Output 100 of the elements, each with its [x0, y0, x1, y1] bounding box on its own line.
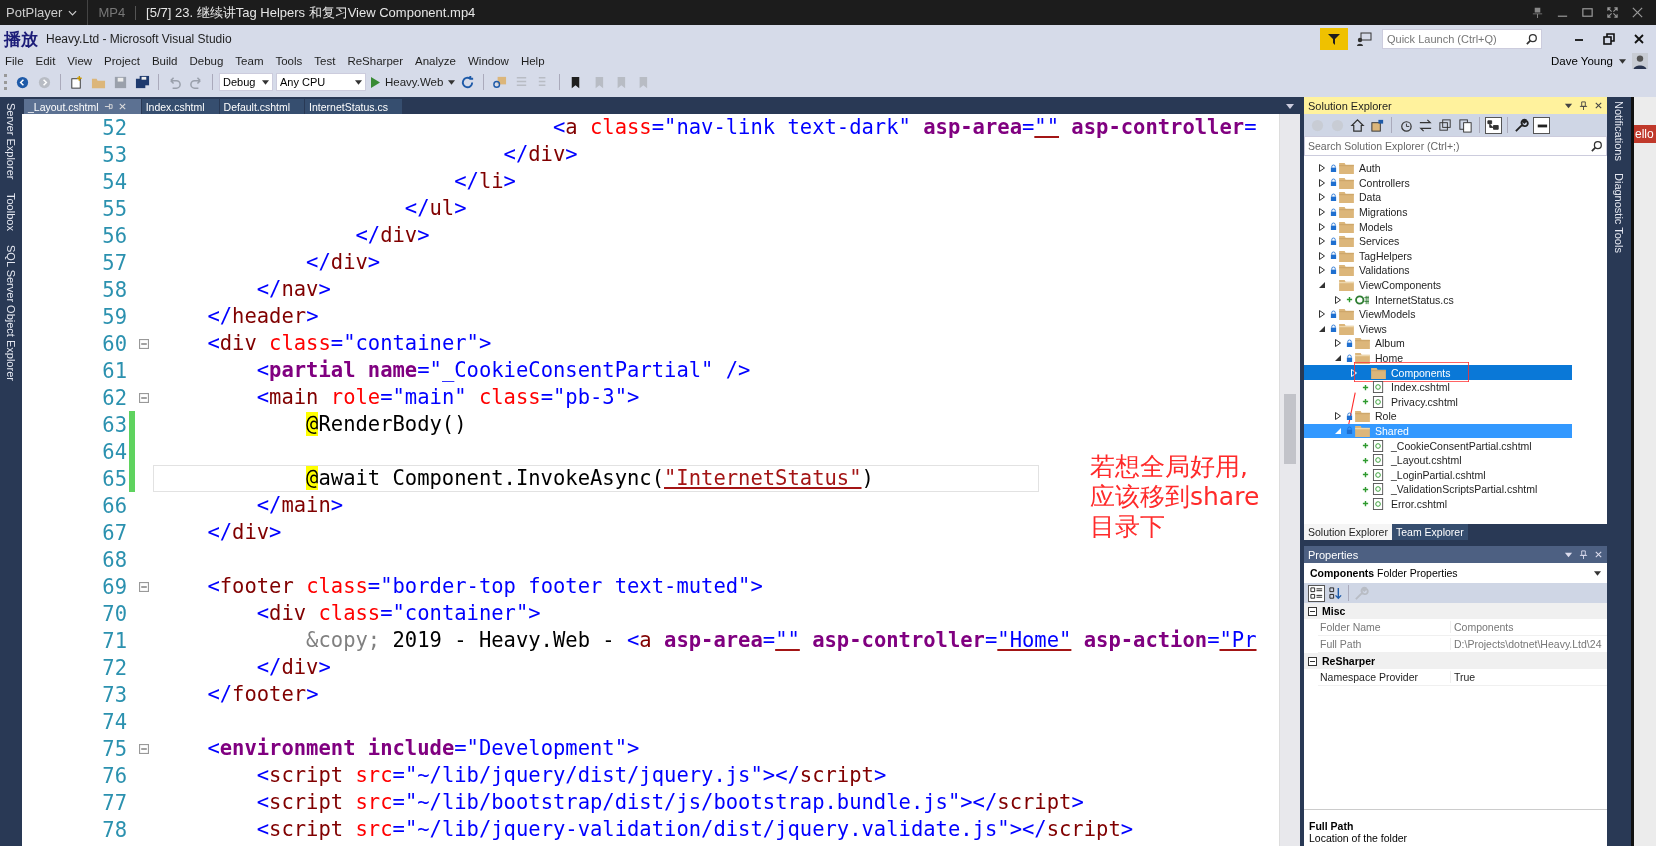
tree-item[interactable]: _ValidationScriptsPartial.cshtml — [1304, 482, 1572, 497]
save-all-icon[interactable] — [135, 74, 150, 90]
menu-item[interactable]: Debug — [184, 55, 231, 67]
menu-item[interactable]: Team — [230, 55, 271, 67]
maximize-icon[interactable] — [1581, 6, 1594, 19]
expand-arrow-icon[interactable] — [1318, 193, 1326, 202]
property-value[interactable]: Components — [1450, 621, 1607, 633]
document-tab[interactable]: Default.cshtml — [219, 99, 305, 114]
expand-arrow-icon[interactable] — [1318, 208, 1326, 217]
tool-window-tab[interactable]: Server Explorer — [5, 103, 17, 180]
collapse-icon[interactable] — [1308, 656, 1317, 666]
search-field[interactable]: Search Solution Explorer (Ctrl+;) — [1304, 136, 1607, 156]
show-all-files-icon[interactable] — [1534, 117, 1549, 133]
collapse-arrow-icon[interactable] — [1318, 281, 1326, 290]
menu-item[interactable]: Build — [146, 55, 185, 67]
panel-tab[interactable]: Team Explorer — [1391, 524, 1468, 540]
menu-item[interactable]: Project — [99, 55, 147, 67]
tree-item[interactable]: Album — [1304, 336, 1572, 351]
collapse-icon[interactable] — [1308, 606, 1317, 616]
expand-arrow-icon[interactable] — [1318, 251, 1326, 260]
restore-icon[interactable] — [1602, 31, 1616, 46]
document-tab[interactable]: Index.cshtml — [141, 99, 219, 114]
new-item-icon[interactable] — [69, 74, 84, 90]
tree-item[interactable]: Views — [1304, 321, 1572, 337]
menu-item[interactable]: ReSharper — [342, 55, 411, 67]
tree-item[interactable]: Models — [1304, 219, 1572, 234]
tree-item[interactable]: _CookieConsentPartial.cshtml — [1304, 438, 1572, 453]
menu-item[interactable]: View — [62, 55, 100, 67]
tree-item[interactable]: _LoginPartial.cshtml — [1304, 467, 1572, 483]
categorized-icon[interactable] — [1309, 585, 1324, 601]
properties-icon[interactable] — [1514, 117, 1529, 133]
object-selector[interactable]: Components Folder Properties — [1304, 563, 1607, 583]
feedback-icon[interactable] — [1356, 30, 1372, 47]
find-icon[interactable] — [492, 74, 508, 90]
document-tab[interactable]: InternetStatus.cs — [305, 99, 402, 114]
property-value[interactable]: True — [1450, 671, 1607, 683]
collapse-all-icon[interactable] — [1438, 117, 1453, 133]
close-icon[interactable] — [1631, 6, 1644, 19]
avatar-icon[interactable] — [1632, 53, 1648, 69]
expand-arrow-icon[interactable] — [1318, 222, 1326, 231]
preview-toggle-icon[interactable] — [1486, 117, 1501, 133]
menu-item[interactable]: Window — [462, 55, 516, 67]
platform-dropdown[interactable]: Any CPU — [276, 73, 366, 91]
tree-item[interactable]: Home — [1304, 350, 1572, 366]
tree-item[interactable]: InternetStatus.cs — [1304, 292, 1572, 307]
expand-arrow-icon[interactable] — [1318, 164, 1326, 173]
caret-icon[interactable] — [1286, 104, 1294, 109]
expand-arrow-icon[interactable] — [1334, 339, 1342, 348]
tree-item[interactable]: ViewModels — [1304, 306, 1572, 322]
caret-icon[interactable] — [448, 79, 456, 85]
tree-item[interactable]: Controllers — [1304, 175, 1572, 191]
user-name[interactable]: Dave Young — [1550, 55, 1613, 67]
close-icon[interactable] — [1632, 31, 1646, 46]
caret-icon[interactable] — [1564, 550, 1573, 559]
caret-icon[interactable] — [1619, 58, 1626, 64]
menu-item[interactable]: File — [0, 55, 31, 67]
tool-window-tab[interactable]: Toolbox — [5, 193, 17, 232]
tool-window-tab[interactable]: SQL Server Object Explorer — [5, 245, 17, 382]
tree-item[interactable]: Auth — [1304, 161, 1572, 176]
copy-icon[interactable] — [1458, 117, 1473, 133]
tree-item[interactable]: Migrations — [1304, 204, 1572, 220]
collapse-arrow-icon[interactable] — [1334, 354, 1342, 362]
expand-arrow-icon[interactable] — [1318, 310, 1326, 319]
tool-window-tab[interactable]: Notifications — [1613, 101, 1625, 161]
start-button[interactable]: Heavy.Web — [369, 76, 446, 88]
tree-item[interactable]: TagHelpers — [1304, 248, 1572, 264]
back-icon[interactable] — [15, 74, 30, 90]
pin-icon[interactable] — [1579, 101, 1588, 110]
refresh-icon[interactable] — [460, 74, 476, 90]
menu-item[interactable]: Analyze — [410, 55, 463, 67]
tree-item[interactable]: Data — [1304, 190, 1572, 205]
collapse-arrow-icon[interactable] — [1318, 324, 1326, 333]
tree-item[interactable]: ViewComponents — [1304, 277, 1572, 293]
panel-tab[interactable]: Solution Explorer — [1304, 524, 1392, 540]
switch-views-icon[interactable] — [1370, 117, 1385, 133]
home-icon[interactable] — [1350, 117, 1365, 133]
menu-item[interactable]: Test — [309, 55, 343, 67]
expand-arrow-icon[interactable] — [1318, 266, 1326, 275]
tree-item[interactable]: Validations — [1304, 263, 1572, 278]
expand-arrow-icon[interactable] — [1334, 295, 1342, 304]
fullscreen-icon[interactable] — [1606, 6, 1619, 19]
sync-icon[interactable] — [1418, 117, 1433, 133]
tree-item[interactable]: Role — [1304, 409, 1572, 424]
expand-arrow-icon[interactable] — [1334, 412, 1342, 421]
tool-window-tab[interactable]: Diagnostic Tools — [1613, 172, 1625, 253]
menu-item[interactable]: Help — [515, 55, 552, 67]
expand-arrow-icon[interactable] — [1318, 237, 1326, 246]
close-icon[interactable] — [1594, 101, 1603, 110]
quick-launch-field[interactable]: Quick Launch (Ctrl+Q) — [1382, 28, 1542, 49]
menu-item[interactable]: Tools — [270, 55, 310, 67]
tree-item[interactable]: Error.cshtml — [1304, 496, 1572, 512]
tree-item[interactable]: Privacy.cshtml — [1304, 394, 1572, 410]
feedback-flag-button[interactable] — [1320, 27, 1348, 50]
scrollbar[interactable] — [1279, 114, 1300, 846]
tree-item[interactable]: Index.cshtml — [1304, 379, 1572, 395]
tree-item[interactable]: _Layout.cshtml — [1304, 452, 1572, 468]
sort-alphabetical-icon[interactable] — [1328, 585, 1343, 601]
menu-item[interactable]: Edit — [30, 55, 63, 67]
property-value[interactable]: D:\Projects\dotnet\Heavy.Ltd\24 — [1450, 638, 1607, 650]
expand-arrow-icon[interactable] — [1318, 178, 1326, 187]
